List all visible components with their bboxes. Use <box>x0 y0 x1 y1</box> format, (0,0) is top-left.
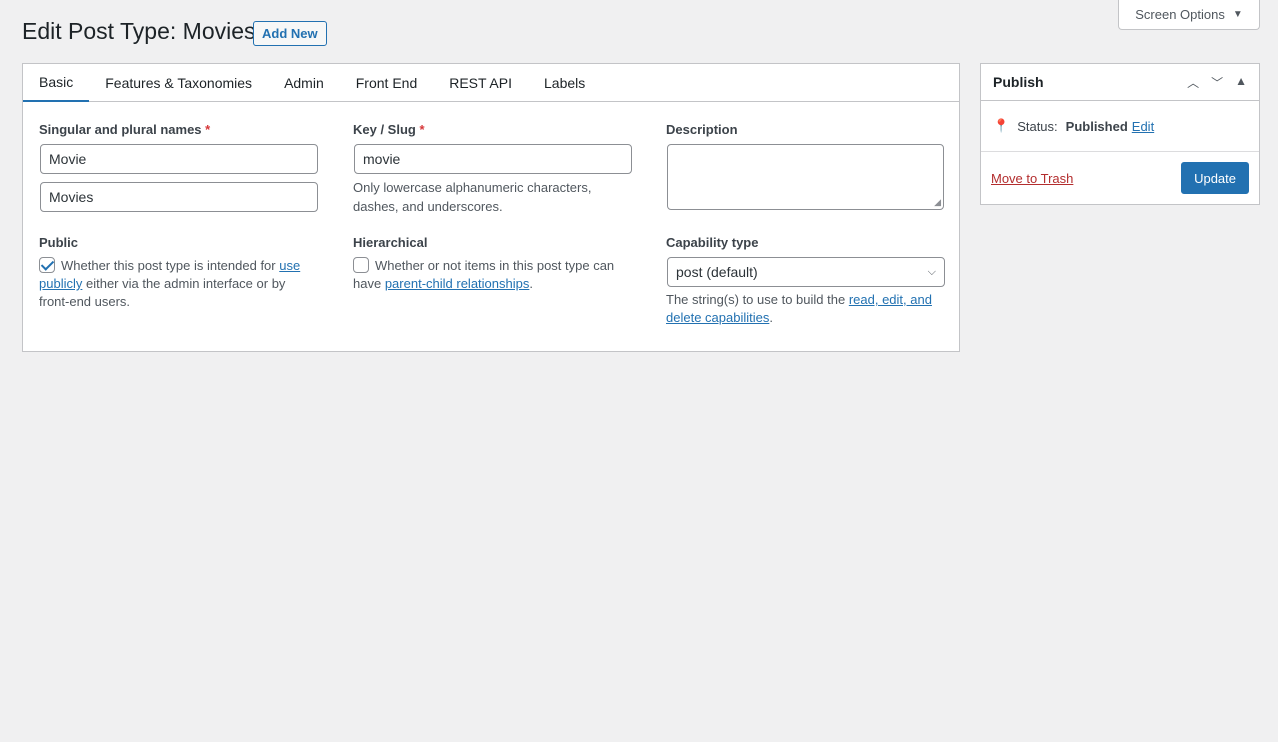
publish-box-header: Publish ︿ ﹀ ▲ <box>981 64 1259 101</box>
collapse-toggle-icon[interactable]: ▲ <box>1235 74 1247 91</box>
plural-name-input[interactable]: Movies <box>40 182 318 212</box>
screen-options-button[interactable]: Screen Options ▼ <box>1118 0 1260 30</box>
slug-input[interactable]: movie <box>354 144 632 174</box>
settings-tabs: Basic Features & Taxonomies Admin Front … <box>23 64 959 102</box>
hierarchical-label: Hierarchical <box>353 235 428 250</box>
publish-box-title: Publish <box>993 74 1044 90</box>
required-marker: * <box>205 122 211 137</box>
capability-type-value: post (default) <box>676 264 758 280</box>
pin-icon: 📍 <box>993 118 1010 133</box>
move-to-trash-link[interactable]: Move to Trash <box>991 171 1073 186</box>
publish-status-row: 📍 Status: Published Edit <box>981 101 1259 152</box>
move-up-icon[interactable]: ︿ <box>1187 74 1199 91</box>
tab-admin[interactable]: Admin <box>268 64 340 102</box>
capability-type-select[interactable]: post (default) ⌵ <box>667 257 945 287</box>
post-type-settings-panel: Basic Features & Taxonomies Admin Front … <box>22 63 960 352</box>
public-label: Public <box>39 235 79 250</box>
slug-help: Only lowercase alphanumeric characters, … <box>353 180 592 214</box>
publish-box-controls: ︿ ﹀ ▲ <box>1187 74 1247 91</box>
status-edit-link[interactable]: Edit <box>1132 119 1154 134</box>
parent-child-link[interactable]: parent-child relationships <box>385 276 530 291</box>
move-down-icon[interactable]: ﹀ <box>1211 74 1223 91</box>
slug-label: Key / Slug * <box>353 122 425 137</box>
caret-down-icon: ▼ <box>1232 9 1243 20</box>
hierarchical-checkbox[interactable] <box>353 257 369 273</box>
chevron-down-icon: ⌵ <box>927 265 936 278</box>
names-label: Singular and plural names * <box>39 122 211 137</box>
publish-actions: Move to Trash Update <box>981 152 1259 204</box>
update-button[interactable]: Update <box>1181 162 1249 194</box>
publish-box: Publish ︿ ﹀ ▲ 📍 Status: Published Edit M… <box>980 63 1260 205</box>
tab-labels[interactable]: Labels <box>528 64 601 102</box>
hierarchical-help: Whether or not items in this post type c… <box>353 257 615 291</box>
singular-name-input[interactable]: Movie <box>40 144 318 174</box>
tab-front-end[interactable]: Front End <box>340 64 433 102</box>
status-value: Published <box>1065 118 1128 134</box>
status-label: Status: <box>1017 118 1058 134</box>
tab-features-taxonomies[interactable]: Features & Taxonomies <box>89 64 268 102</box>
description-textarea[interactable]: ◢ <box>667 144 944 210</box>
public-help: Whether this post type is intended for u… <box>39 257 301 309</box>
add-new-button[interactable]: Add New <box>253 21 327 46</box>
required-marker: * <box>419 122 425 137</box>
page-title: Edit Post Type: Movies <box>22 18 256 44</box>
capability-help: The string(s) to use to build the read, … <box>666 292 932 325</box>
tab-rest-api[interactable]: REST API <box>433 64 528 102</box>
description-label: Description <box>666 122 738 137</box>
capability-type-label: Capability type <box>666 235 759 250</box>
resize-grip-icon[interactable]: ◢ <box>934 197 941 208</box>
public-checkbox[interactable] <box>39 257 55 273</box>
tab-basic[interactable]: Basic <box>23 64 90 102</box>
screen-options-label: Screen Options <box>1135 7 1225 22</box>
